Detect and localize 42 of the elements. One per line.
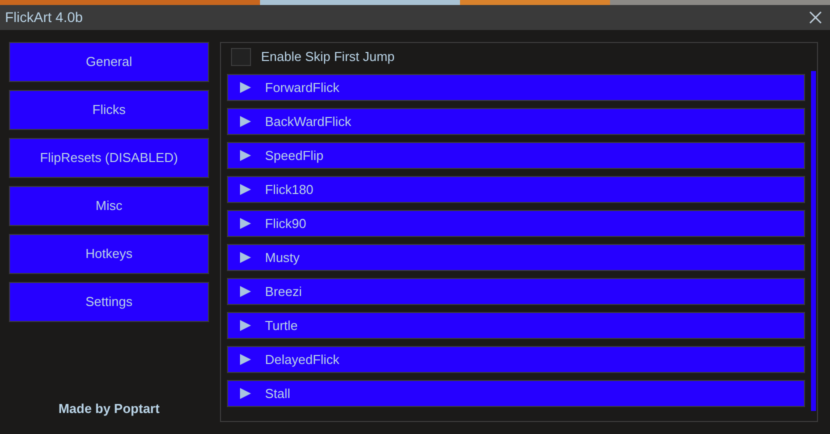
scrollbar[interactable]: [811, 71, 816, 411]
triangle-right-icon: [240, 320, 251, 331]
triangle-right-icon: [240, 82, 251, 93]
collapsible-header[interactable]: DelayedFlick: [227, 346, 805, 373]
triangle-right-icon: [240, 388, 251, 399]
nav-button[interactable]: FlipResets (DISABLED): [9, 138, 209, 178]
checkbox[interactable]: [231, 48, 251, 66]
triangle-right-icon: [240, 116, 251, 127]
section-label: Breezi: [265, 282, 302, 301]
checkbox-label: Enable Skip First Jump: [261, 48, 395, 66]
section-label: Turtle: [265, 316, 298, 335]
collapsible-header[interactable]: Turtle: [227, 312, 805, 339]
section-label: SpeedFlip: [265, 146, 324, 165]
triangle-right-icon: [240, 184, 251, 195]
nav-button[interactable]: Misc: [9, 186, 209, 226]
nav-button[interactable]: Hotkeys: [9, 234, 209, 274]
triangle-right-icon: [240, 252, 251, 263]
collapsible-header[interactable]: Breezi: [227, 278, 805, 305]
collapsible-header[interactable]: Flick90: [227, 210, 805, 237]
window-title: FlickArt 4.0b: [5, 8, 83, 27]
triangle-right-icon: [240, 150, 251, 161]
collapsible-header[interactable]: Flick180: [227, 176, 805, 203]
nav-button[interactable]: Flicks: [9, 90, 209, 130]
section-label: ForwardFlick: [265, 78, 340, 97]
collapsible-header[interactable]: SpeedFlip: [227, 142, 805, 169]
section-label: DelayedFlick: [265, 350, 340, 369]
nav-button[interactable]: General: [9, 42, 209, 82]
credit-text: Made by Poptart: [58, 400, 160, 418]
section-label: Stall: [265, 384, 290, 403]
collapsible-header[interactable]: BackWardFlick: [227, 108, 805, 135]
close-icon[interactable]: [809, 11, 822, 24]
section-label: Flick180: [265, 180, 314, 199]
section-label: Musty: [265, 248, 300, 267]
triangle-right-icon: [240, 218, 251, 229]
collapsible-header[interactable]: Musty: [227, 244, 805, 271]
triangle-right-icon: [240, 354, 251, 365]
collapsible-header[interactable]: Stall: [227, 380, 805, 407]
triangle-right-icon: [240, 286, 251, 297]
section-label: BackWardFlick: [265, 112, 352, 131]
nav-button[interactable]: Settings: [9, 282, 209, 322]
collapsible-header[interactable]: ForwardFlick: [227, 74, 805, 101]
section-label: Flick90: [265, 214, 306, 233]
